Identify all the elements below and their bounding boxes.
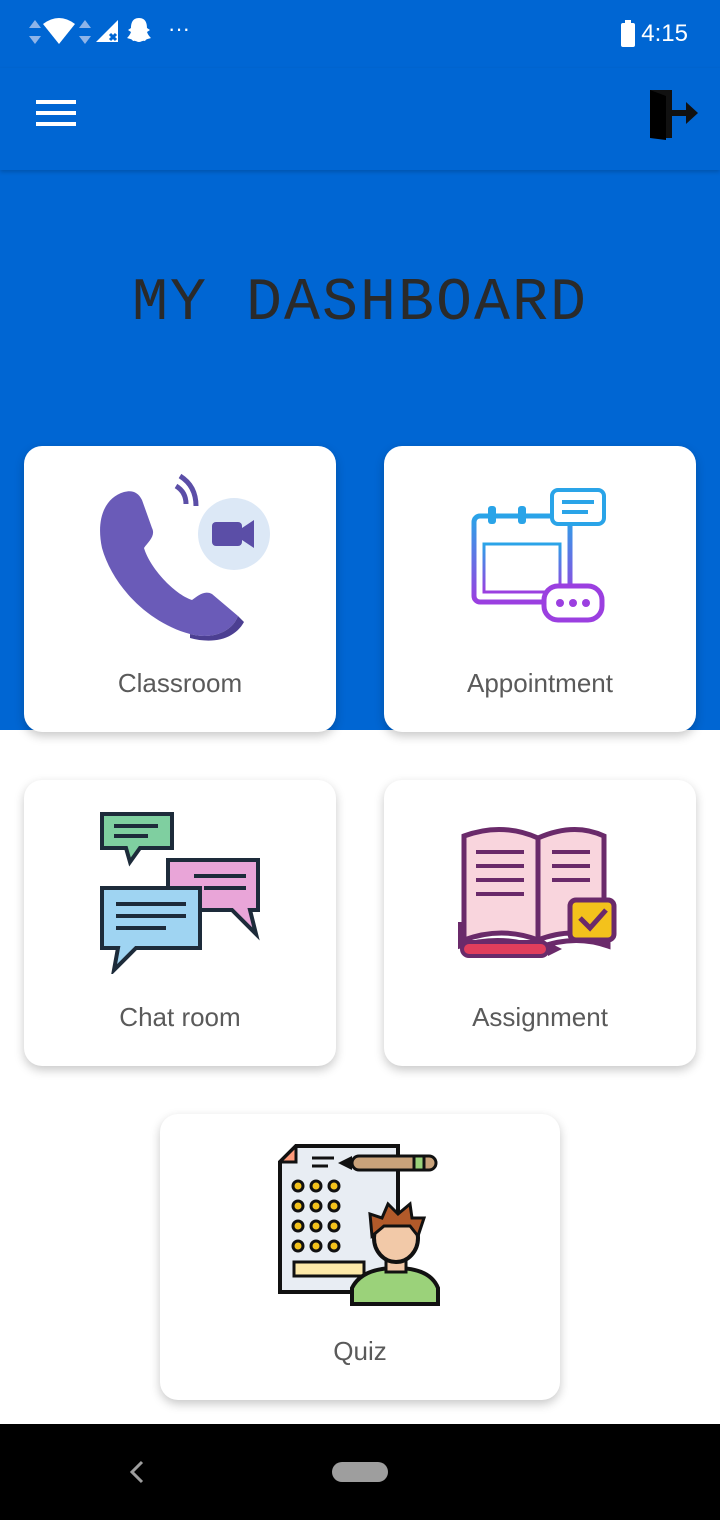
data-arrows-icon [79,20,91,44]
back-button[interactable] [118,1452,158,1492]
quiz-sheet-icon [278,1144,440,1306]
open-book-check-icon [458,826,617,958]
tile-assignment[interactable]: Assignment [384,780,696,1066]
page-title: MY DASHBOARD [131,270,589,338]
tile-appointment[interactable]: Appointment [384,446,696,732]
tile-classroom[interactable]: Classroom [24,446,336,732]
tile-label: Chat room [119,1002,241,1032]
calendar-chat-icon [471,488,606,623]
status-bar: ··· 4:15 [0,0,720,68]
tile-label: Quiz [333,1336,387,1366]
snapchat-icon [127,18,151,42]
home-pill-button[interactable] [332,1462,388,1482]
tile-label: Assignment [472,1002,608,1032]
hamburger-menu-icon [36,100,76,126]
video-call-icon [100,473,270,641]
chat-bubbles-icon [100,812,260,974]
tile-chat-room[interactable]: Chat room [24,780,336,1066]
back-chevron-icon [129,1460,144,1484]
cell-signal-icon [96,20,118,42]
system-nav-bar [0,1424,720,1520]
logout-icon [650,90,698,140]
app-bar [0,68,720,170]
wifi-icon [43,18,75,44]
tile-quiz[interactable]: Quiz [160,1114,560,1400]
logout-button[interactable] [636,80,706,150]
status-time: 4:15 [641,20,688,47]
menu-button[interactable] [26,90,86,140]
more-notifications: ··· [168,16,190,41]
signal-arrows-icon [29,20,41,44]
battery-icon [621,20,635,47]
tile-label: Classroom [117,668,243,698]
tile-label: Appointment [467,668,613,698]
